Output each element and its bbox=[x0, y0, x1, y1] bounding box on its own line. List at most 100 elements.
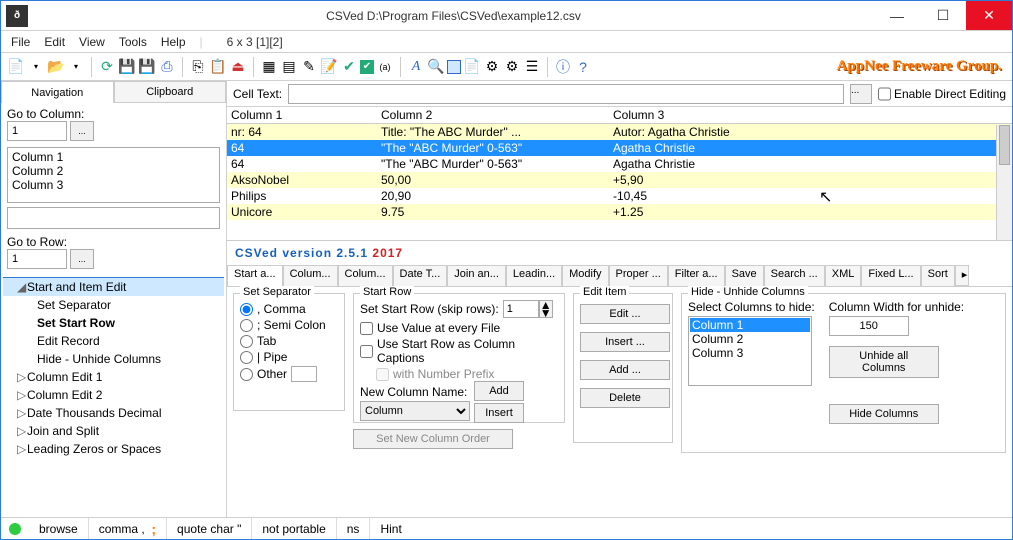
scrollbar-thumb[interactable] bbox=[999, 125, 1010, 165]
hide-columns-button[interactable]: Hide Columns bbox=[829, 404, 939, 424]
bottom-tab[interactable]: Leadin... bbox=[506, 265, 562, 286]
save-as-icon[interactable]: 💾 bbox=[138, 58, 156, 76]
copy-icon[interactable]: ⎘ bbox=[189, 58, 207, 76]
sep-tab-radio[interactable] bbox=[240, 335, 253, 348]
set-column-order-button[interactable]: Set New Column Order bbox=[353, 429, 513, 449]
column-list-item[interactable]: Column 3 bbox=[10, 178, 217, 192]
regex-icon[interactable]: (a) bbox=[376, 58, 394, 76]
bottom-tab[interactable]: Sort bbox=[921, 265, 955, 286]
menu-tools[interactable]: Tools bbox=[119, 35, 147, 49]
tree-item-active[interactable]: Set Start Row bbox=[3, 314, 224, 332]
close-button[interactable]: ✕ bbox=[966, 1, 1012, 30]
chevron-down-icon[interactable]: ▾ bbox=[67, 58, 85, 76]
column-header[interactable]: Column 2 bbox=[377, 107, 609, 123]
tree-root[interactable]: ◢Start and Item Edit bbox=[3, 278, 224, 296]
insert-column-button[interactable]: Insert bbox=[474, 403, 524, 423]
insert-button[interactable]: Insert ... bbox=[580, 332, 670, 352]
minimize-button[interactable]: — bbox=[874, 1, 920, 30]
menu-help[interactable]: Help bbox=[161, 35, 186, 49]
cell-text-browse[interactable]: ... bbox=[850, 84, 872, 104]
table-row[interactable]: nr: 64Title: "The ABC Murder" ...Autor: … bbox=[227, 124, 1012, 140]
table-row[interactable]: Philips20,90-10,45 bbox=[227, 188, 1012, 204]
gear-icon[interactable]: ⚙ bbox=[503, 58, 521, 76]
bottom-tab[interactable]: Fixed L... bbox=[861, 265, 920, 286]
menu-edit[interactable]: Edit bbox=[44, 35, 65, 49]
tree-item[interactable]: Hide - Unhide Columns bbox=[3, 350, 224, 368]
maximize-button[interactable]: ☐ bbox=[920, 1, 966, 30]
tab-navigation[interactable]: Navigation bbox=[1, 81, 114, 103]
tree-item[interactable]: ▷Join and Split bbox=[3, 422, 224, 440]
save-icon[interactable]: 💾 bbox=[118, 58, 136, 76]
edit-button[interactable]: Edit ... bbox=[580, 304, 670, 324]
column-list-item[interactable]: Column 2 bbox=[10, 164, 217, 178]
tree-item[interactable]: Edit Record bbox=[3, 332, 224, 350]
sep-other-radio[interactable] bbox=[240, 368, 253, 381]
goto-row-button[interactable]: ... bbox=[70, 249, 94, 269]
bottom-tab[interactable]: Save bbox=[725, 265, 764, 286]
new-icon[interactable]: 📄 bbox=[7, 58, 25, 76]
nav-tree[interactable]: ◢Start and Item Edit Set Separator Set S… bbox=[3, 277, 224, 517]
document-icon[interactable]: 📄 bbox=[463, 58, 481, 76]
info-icon[interactable]: ⓘ bbox=[554, 58, 572, 76]
menu-view[interactable]: View bbox=[79, 35, 105, 49]
filter-input[interactable] bbox=[7, 207, 220, 229]
cell-text-input[interactable] bbox=[288, 84, 844, 104]
add-button[interactable]: Add ... bbox=[580, 360, 670, 380]
tab-clipboard[interactable]: Clipboard bbox=[114, 81, 227, 103]
bottom-tab[interactable]: Filter a... bbox=[668, 265, 725, 286]
unhide-all-button[interactable]: Unhide all Columns bbox=[829, 346, 939, 378]
refresh-icon[interactable]: ⟳ bbox=[98, 58, 116, 76]
table-row[interactable]: 64"The "ABC Murder" 0-563"Agatha Christi… bbox=[227, 140, 1012, 156]
tree-item[interactable]: ▷Column Edit 2 bbox=[3, 386, 224, 404]
delete-button[interactable]: Delete bbox=[580, 388, 670, 408]
paste-icon[interactable]: 📋 bbox=[209, 58, 227, 76]
column-width-input[interactable] bbox=[829, 316, 909, 336]
spinner-buttons[interactable]: ▲▼ bbox=[539, 300, 553, 318]
tree-item[interactable]: ▷Date Thousands Decimal bbox=[3, 404, 224, 422]
new-column-select[interactable]: Column bbox=[360, 401, 470, 421]
bottom-tab[interactable]: Proper ... bbox=[609, 265, 668, 286]
table-row[interactable]: 64"The "ABC Murder" 0-563"Agatha Christi… bbox=[227, 156, 1012, 172]
bottom-tab[interactable]: Colum... bbox=[283, 265, 338, 286]
column-header[interactable]: Column 1 bbox=[227, 107, 377, 123]
add-column-button[interactable]: Add bbox=[474, 381, 524, 401]
table-icon[interactable]: ▦ bbox=[260, 58, 278, 76]
check2-icon[interactable]: ✔ bbox=[360, 60, 374, 74]
table2-icon[interactable]: ▤ bbox=[280, 58, 298, 76]
tab-scroll-right[interactable]: ▸ bbox=[955, 265, 969, 286]
use-start-row-captions-checkbox[interactable] bbox=[360, 345, 373, 358]
save-all-icon[interactable]: ⎙ bbox=[158, 58, 176, 76]
data-grid[interactable]: Column 1 Column 2 Column 3 nr: 64Title: … bbox=[227, 107, 1012, 241]
bottom-tab[interactable]: XML bbox=[825, 265, 862, 286]
chevron-down-icon[interactable]: ▾ bbox=[27, 58, 45, 76]
goto-column-button[interactable]: ... bbox=[70, 121, 94, 141]
table-row[interactable]: AksoNobel50,00+5,90 bbox=[227, 172, 1012, 188]
sep-other-input[interactable] bbox=[291, 366, 317, 382]
list-item[interactable]: Column 1 bbox=[690, 318, 810, 332]
goto-column-input[interactable] bbox=[7, 121, 67, 141]
sep-pipe-radio[interactable] bbox=[240, 351, 253, 364]
table-row[interactable]: Unicore9.75+1.25 bbox=[227, 204, 1012, 220]
menu-file[interactable]: File bbox=[11, 35, 30, 49]
bottom-tab[interactable]: Date T... bbox=[393, 265, 448, 286]
tree-item[interactable]: ▷Leading Zeros or Spaces bbox=[3, 440, 224, 458]
bottom-tab[interactable]: Search ... bbox=[764, 265, 825, 286]
sep-semicolon-radio[interactable] bbox=[240, 319, 253, 332]
open-icon[interactable]: 📂 bbox=[47, 58, 65, 76]
select-icon[interactable] bbox=[447, 60, 461, 74]
column-list-item[interactable]: Column 1 bbox=[10, 150, 217, 164]
goto-row-input[interactable] bbox=[7, 249, 67, 269]
bottom-tab[interactable]: Colum... bbox=[338, 265, 393, 286]
search-icon[interactable]: 🔍 bbox=[427, 58, 445, 76]
note-icon[interactable]: 📝 bbox=[320, 58, 338, 76]
column-list[interactable]: Column 1 Column 2 Column 3 bbox=[7, 147, 220, 203]
check-icon[interactable]: ✔ bbox=[340, 58, 358, 76]
bottom-tab[interactable]: Join an... bbox=[447, 265, 506, 286]
list-item[interactable]: Column 3 bbox=[690, 346, 810, 360]
settings-icon[interactable]: ⚙ bbox=[483, 58, 501, 76]
hide-columns-list[interactable]: Column 1 Column 2 Column 3 bbox=[688, 316, 812, 386]
list-icon[interactable]: ☰ bbox=[523, 58, 541, 76]
tree-item[interactable]: ▷Column Edit 1 bbox=[3, 368, 224, 386]
list-item[interactable]: Column 2 bbox=[690, 332, 810, 346]
bottom-tab[interactable]: Modify bbox=[562, 265, 608, 286]
